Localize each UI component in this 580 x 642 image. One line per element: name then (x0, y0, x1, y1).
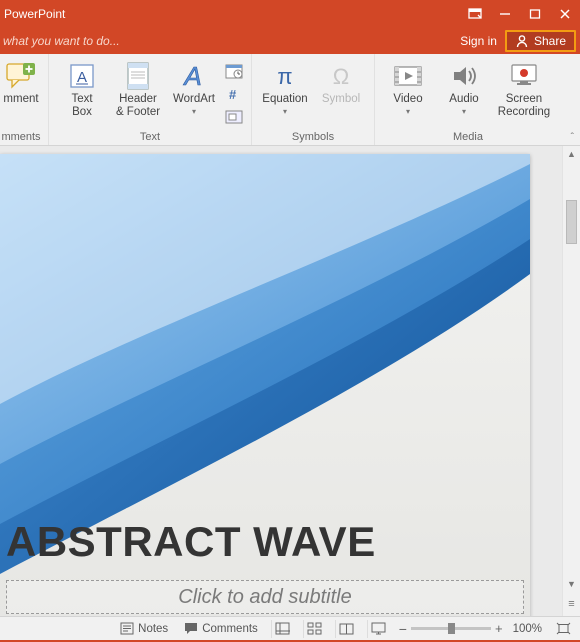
date-time-button[interactable] (223, 61, 245, 81)
reading-view-button[interactable] (335, 620, 357, 638)
scroll-thumb[interactable] (566, 200, 577, 244)
svg-text:Ω: Ω (333, 64, 349, 89)
slideshow-view-button[interactable] (367, 620, 389, 638)
svg-text:A: A (182, 62, 201, 90)
share-button[interactable]: Share (505, 30, 576, 52)
screen-recording-icon (504, 59, 544, 93)
title-bar: PowerPoint (0, 0, 580, 28)
audio-icon (444, 59, 484, 93)
equation-button[interactable]: π Equation ▾ (258, 57, 312, 116)
wordart-icon: A (174, 59, 214, 93)
zoom-slider-track[interactable] (411, 627, 491, 630)
notes-icon (120, 622, 134, 635)
chevron-down-icon: ▾ (283, 107, 287, 116)
normal-view-button[interactable] (271, 620, 293, 638)
app-title: PowerPoint (4, 7, 65, 21)
zoom-percent[interactable]: 100% (513, 623, 542, 635)
comments-button[interactable]: Comments (181, 620, 261, 637)
group-label-symbols: Symbols (258, 131, 368, 145)
fit-to-window-button[interactable] (552, 620, 574, 638)
status-bar: Notes Comments − + 100% (0, 616, 580, 640)
comments-icon (184, 622, 198, 635)
collapse-ribbon-button[interactable]: ˆ (571, 132, 574, 143)
zoom-in-button[interactable]: + (495, 621, 503, 636)
scroll-down-button[interactable]: ▼ (563, 576, 580, 592)
group-label-comments: mments (0, 131, 42, 145)
screen-recording-button[interactable]: Screen Recording (493, 57, 555, 119)
text-box-button[interactable]: A Text Box (55, 57, 109, 119)
equation-icon: π (265, 59, 305, 93)
chevron-down-icon: ▾ (192, 107, 196, 116)
ribbon-display-options-button[interactable] (460, 0, 490, 28)
edit-area: ABSTRACT WAVE Click to add subtitle ▲ ▼ … (0, 146, 580, 616)
slide-number-button[interactable]: # (223, 84, 245, 104)
new-comment-button[interactable]: mment (0, 57, 42, 106)
object-button[interactable] (223, 107, 245, 127)
slide-subtitle-placeholder[interactable]: Click to add subtitle (6, 580, 524, 614)
slide-title[interactable]: ABSTRACT WAVE (6, 518, 524, 566)
vertical-scrollbar[interactable]: ▲ ▼ ≡ (562, 146, 580, 616)
group-label-media: Media (381, 131, 555, 145)
scroll-up-button[interactable]: ▲ (563, 146, 580, 162)
svg-text:A: A (77, 69, 87, 86)
share-label: Share (534, 34, 566, 48)
symbol-button[interactable]: Ω Symbol (314, 57, 368, 106)
chevron-down-icon: ▾ (462, 107, 466, 116)
text-box-icon: A (62, 59, 102, 93)
next-slide-button[interactable]: ≡ (563, 596, 580, 612)
video-button[interactable]: Video ▾ (381, 57, 435, 116)
sign-in-link[interactable]: Sign in (460, 34, 497, 48)
header-footer-icon (118, 59, 158, 93)
svg-text:π: π (277, 64, 292, 89)
account-bar: what you want to do... Sign in Share (0, 28, 580, 54)
video-icon (388, 59, 428, 93)
zoom-slider-thumb[interactable] (448, 623, 455, 634)
wordart-button[interactable]: A WordArt ▾ (167, 57, 221, 116)
chevron-down-icon: ▾ (406, 107, 410, 116)
header-footer-button[interactable]: Header & Footer (111, 57, 165, 119)
slide-canvas-area[interactable]: ABSTRACT WAVE Click to add subtitle (0, 146, 562, 616)
svg-text:#: # (229, 87, 237, 102)
maximize-button[interactable] (520, 0, 550, 28)
close-button[interactable] (550, 0, 580, 28)
audio-button[interactable]: Audio ▾ (437, 57, 491, 116)
slide[interactable]: ABSTRACT WAVE Click to add subtitle (0, 154, 530, 616)
zoom-out-button[interactable]: − (399, 621, 407, 637)
notes-button[interactable]: Notes (117, 620, 171, 637)
slide-sorter-view-button[interactable] (303, 620, 325, 638)
group-label-text: Text (55, 131, 245, 145)
ribbon: mment mments A Text Box Header & Footer … (0, 54, 580, 146)
comment-icon (1, 59, 41, 93)
symbol-icon: Ω (321, 59, 361, 93)
tell-me-search[interactable]: what you want to do... (3, 34, 120, 48)
share-person-icon (515, 34, 529, 48)
minimize-button[interactable] (490, 0, 520, 28)
